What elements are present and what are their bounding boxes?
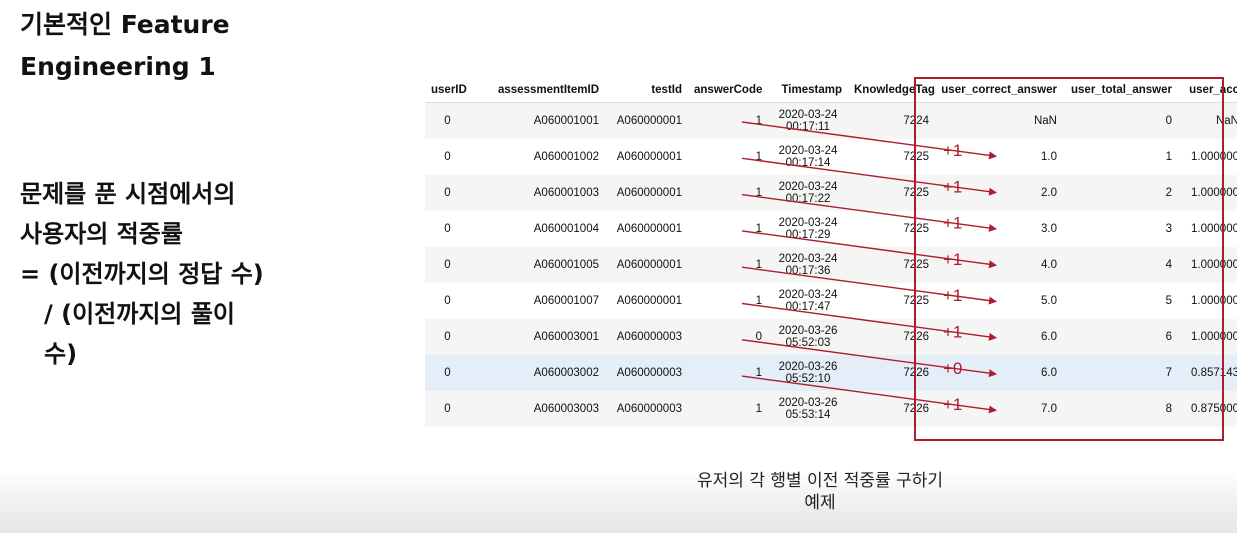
increment-arrows: +1 +1 +1 +1 +1 +1 +0 +1	[741, 121, 997, 414]
increment-label: +1	[943, 286, 962, 305]
increment-label: +1	[943, 250, 962, 269]
caption-line-1: 유저의 각 행별 이전 적중률 구하기	[697, 471, 943, 491]
increment-label: +1	[943, 177, 962, 196]
caption-line-2: 예제	[804, 493, 836, 513]
increment-label: +1	[943, 141, 962, 160]
increment-label: +1	[943, 395, 962, 414]
increment-label: +0	[943, 359, 962, 378]
increment-label: +1	[943, 214, 962, 233]
increment-label: +1	[943, 323, 962, 342]
caption: 유저의 각 행별 이전 적중률 구하기 예제	[620, 470, 1020, 514]
annotation-overlay: +1 +1 +1 +1 +1 +1 +0 +1	[741, 77, 1224, 441]
